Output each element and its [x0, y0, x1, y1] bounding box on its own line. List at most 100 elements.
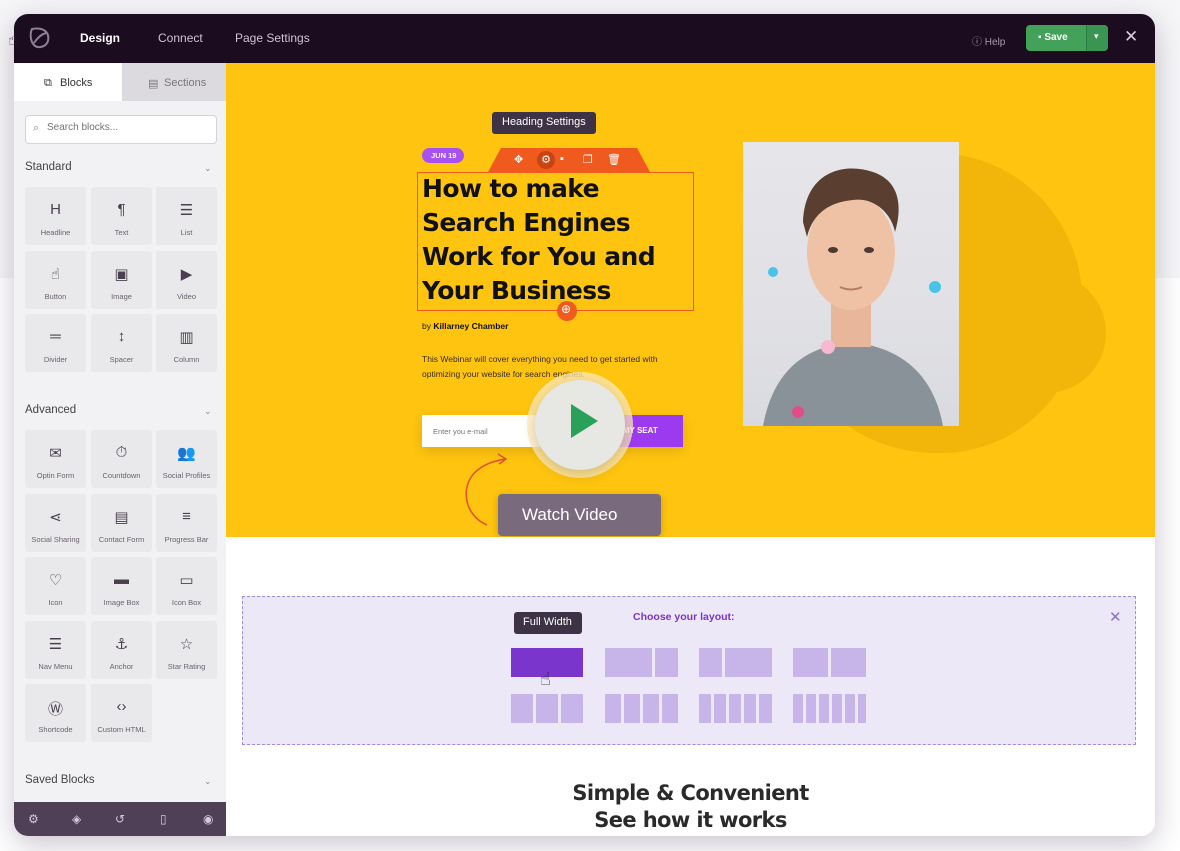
block-headline[interactable]: H Headline: [25, 187, 86, 245]
byline[interactable]: by Killarney Chamber: [422, 321, 508, 331]
layout-six-columns[interactable]: [793, 694, 803, 723]
block-list[interactable]: ☰ List: [156, 187, 217, 245]
layout-five-columns[interactable]: [729, 694, 741, 723]
search-blocks-input[interactable]: [47, 122, 207, 133]
layout-three-columns[interactable]: [511, 694, 533, 723]
layout-two-thirds-one-third[interactable]: [605, 648, 652, 677]
chevron-down-icon[interactable]: ⌄: [204, 406, 212, 417]
speaker-photo[interactable]: [743, 142, 959, 426]
chevron-down-icon[interactable]: ⌄: [204, 163, 212, 174]
hero-section[interactable]: Heading Settings JUN 19 ✥ ⚙ ▪ ❐ 🗑 How to…: [226, 63, 1155, 537]
tab-sections[interactable]: ▤ Sections: [122, 63, 226, 101]
add-block-button[interactable]: ⊕: [557, 301, 577, 321]
layout-five-columns[interactable]: [714, 694, 726, 723]
layout-six-columns[interactable]: [858, 694, 866, 723]
section-saved-blocks-title[interactable]: Saved Blocks: [25, 774, 95, 786]
section-heading[interactable]: Simple & Convenient See how it works: [226, 780, 1155, 834]
block-shortcode[interactable]: Ⓦ Shortcode: [25, 684, 86, 742]
section-standard-title[interactable]: Standard: [25, 161, 72, 173]
layout-three-columns[interactable]: [536, 694, 558, 723]
layout-five-columns[interactable]: [699, 694, 711, 723]
save-block-icon[interactable]: ▪: [560, 153, 564, 165]
layout-two-columns[interactable]: [793, 648, 828, 677]
block-icon[interactable]: ♡ Icon: [25, 557, 86, 615]
layout-five-columns[interactable]: [744, 694, 756, 723]
block-custom-html[interactable]: ‹› Custom HTML: [91, 684, 152, 742]
layout-five-columns[interactable]: [759, 694, 772, 723]
eye-icon[interactable]: ◉: [203, 812, 213, 826]
block-label: Icon Box: [171, 598, 202, 607]
chevron-down-icon[interactable]: ⌄: [204, 776, 212, 787]
blocks-tab-label: Blocks: [60, 77, 93, 89]
tab-blocks[interactable]: ⧉ Blocks: [14, 63, 122, 101]
close-builder-button[interactable]: ✕: [1124, 27, 1138, 47]
layout-two-thirds-one-third[interactable]: [655, 648, 678, 677]
block-nav-menu[interactable]: ☰ Nav Menu: [25, 620, 86, 679]
block-label: Social Sharing: [31, 534, 80, 544]
tab-connect[interactable]: Connect: [158, 31, 203, 45]
move-icon[interactable]: ✥: [514, 153, 523, 166]
block-image[interactable]: ▣ Image: [91, 250, 152, 309]
block-countdown[interactable]: ⏱ Countdown: [91, 430, 152, 488]
date-badge[interactable]: JUN 19: [422, 148, 464, 163]
code-icon: ‹›: [116, 698, 127, 715]
heart-icon: ♡: [48, 572, 63, 589]
block-star-rating[interactable]: ☆ Star Rating: [156, 620, 217, 679]
history-icon[interactable]: ↺: [115, 812, 125, 826]
section-advanced-title[interactable]: Advanced: [25, 404, 76, 416]
layout-four-columns[interactable]: [662, 694, 678, 723]
block-button[interactable]: ☝ Button: [25, 250, 86, 309]
tab-page-settings[interactable]: Page Settings: [235, 31, 310, 45]
byline-prefix: by: [422, 321, 434, 331]
block-contact-form[interactable]: ▤ Contact Form: [91, 493, 152, 552]
layout-one-third-two-thirds[interactable]: [699, 648, 722, 677]
layout-two-columns[interactable]: [831, 648, 866, 677]
layout-one-third-two-thirds[interactable]: [725, 648, 772, 677]
gear-icon[interactable]: ⚙: [28, 812, 39, 826]
block-video[interactable]: ▶ Video: [156, 250, 217, 309]
save-options-dropdown[interactable]: ▾: [1086, 25, 1108, 51]
block-label: Text: [114, 228, 129, 237]
block-label: Button: [44, 291, 67, 301]
close-layout-chooser-button[interactable]: ✕: [1109, 608, 1122, 626]
block-icon-box[interactable]: ▭ Icon Box: [156, 557, 217, 615]
layout-four-columns[interactable]: [643, 694, 659, 723]
trash-icon[interactable]: 🗑: [607, 153, 621, 166]
layout-six-columns[interactable]: [819, 694, 829, 723]
block-spacer[interactable]: ↕ Spacer: [91, 314, 152, 372]
block-label: Headline: [40, 228, 71, 237]
gear-icon[interactable]: ⚙: [537, 151, 555, 169]
search-blocks-field[interactable]: ⌕: [25, 115, 217, 144]
layout-three-columns[interactable]: [561, 694, 583, 723]
mobile-icon[interactable]: ▯: [160, 812, 167, 826]
watch-video-label[interactable]: Watch Video: [498, 494, 661, 536]
block-label: Icon: [48, 598, 63, 607]
heading-icon: H: [50, 201, 61, 218]
layers-icon[interactable]: ◈: [72, 812, 81, 826]
layout-four-columns[interactable]: [605, 694, 621, 723]
byline-author: Killarney Chamber: [433, 321, 509, 331]
block-text[interactable]: ¶ Text: [91, 187, 152, 245]
hero-headline[interactable]: How to make Search Engines Work for You …: [422, 172, 692, 308]
block-toolbar: ✥ ⚙ ▪ ❐ 🗑: [488, 148, 650, 172]
tab-design[interactable]: Design: [80, 31, 120, 45]
block-divider[interactable]: ═ Divider: [25, 314, 86, 372]
help-link[interactable]: ⓘ Help: [972, 33, 1005, 48]
hero-description[interactable]: This Webinar will cover everything you n…: [422, 352, 682, 382]
block-anchor[interactable]: ⚓ Anchor: [91, 620, 152, 679]
block-social-sharing[interactable]: ⋖ Social Sharing: [25, 493, 86, 552]
block-column[interactable]: ▥ Column: [156, 314, 217, 372]
image-icon: ▣: [114, 265, 129, 283]
layout-four-columns[interactable]: [624, 694, 640, 723]
layout-six-columns[interactable]: [806, 694, 816, 723]
column-icon: ▥: [179, 329, 194, 346]
duplicate-icon[interactable]: ❐: [583, 153, 593, 166]
play-icon: [571, 404, 598, 438]
layout-six-columns[interactable]: [845, 694, 855, 723]
block-optin-form[interactable]: ✉ Optin Form: [25, 430, 86, 488]
block-progress-bar[interactable]: ≡ Progress Bar: [156, 493, 217, 552]
save-button[interactable]: ▪ Save ▾: [1026, 25, 1108, 51]
layout-six-columns[interactable]: [832, 694, 842, 723]
block-social-profiles[interactable]: 👥 Social Profiles: [156, 430, 217, 488]
block-image-box[interactable]: ▬ Image Box: [91, 557, 152, 615]
